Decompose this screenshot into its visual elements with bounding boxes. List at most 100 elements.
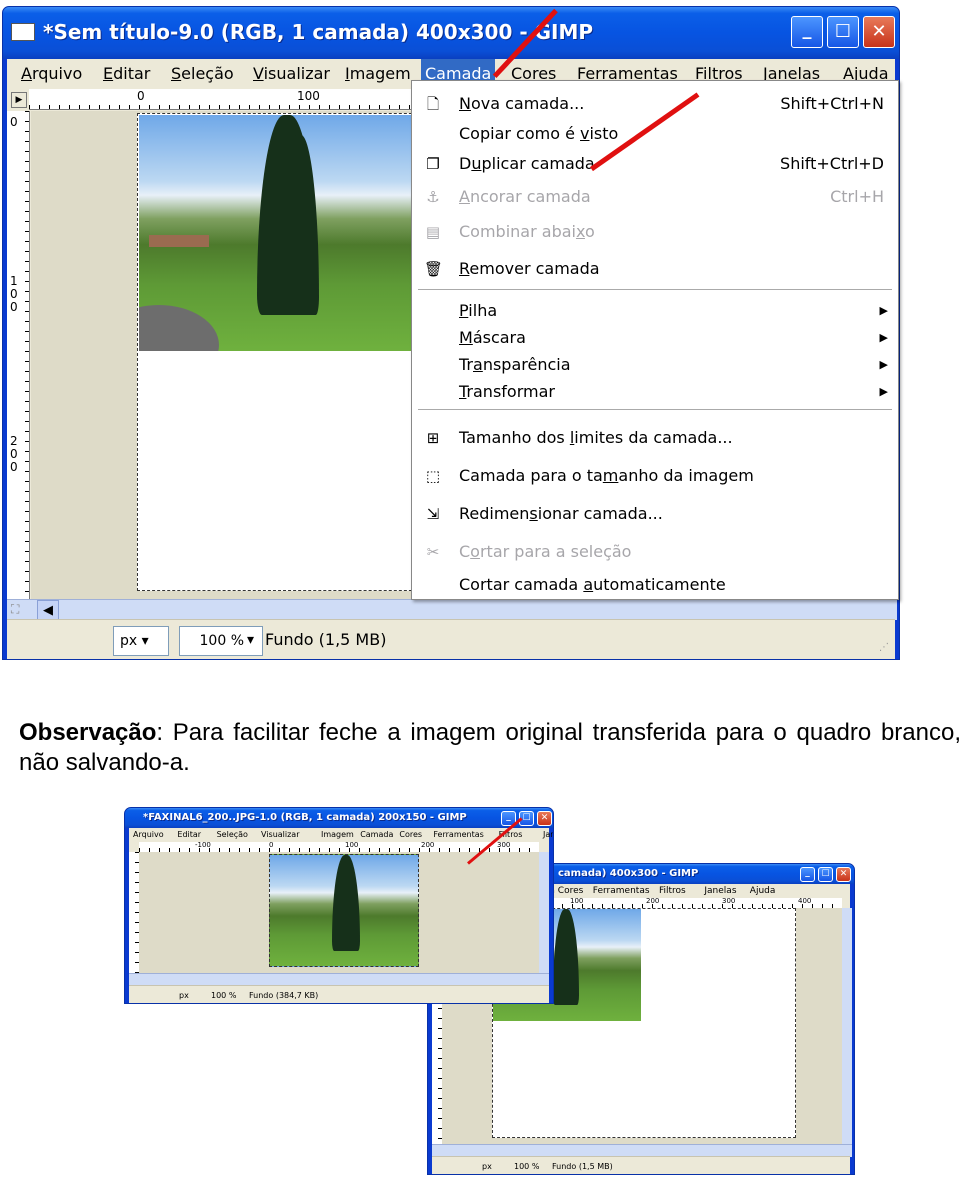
camada-menu-item[interactable]: ⊞ Tamanho dos limites da camada... <box>412 423 898 453</box>
window-title: *Sem título-9.0 (RGB, 1 camada) 400x300 … <box>43 20 594 44</box>
zoom-value[interactable]: 100 % <box>514 1162 539 1171</box>
menu-item-5[interactable]: Camada <box>360 828 393 842</box>
title-bar[interactable]: *FAXINAL6_200..JPG-1.0 (RGB, 1 camada) 2… <box>125 808 553 828</box>
camada-menu-item[interactable]: Transformar ▶ <box>412 377 898 407</box>
submenu-arrow-icon: ▶ <box>879 331 888 344</box>
unit-value[interactable]: px <box>179 991 189 1000</box>
status-bar: px ▾ 100 % ▾ Fundo (1,5 MB) ⋰ <box>7 619 895 659</box>
ruler-label: 1 0 0 <box>10 274 18 314</box>
menu-item-1[interactable]: Editar <box>177 828 201 842</box>
camada-menu-item: ⚓ Ancorar camada Ctrl+H <box>412 182 898 212</box>
vertical-scrollbar[interactable] <box>842 908 852 1144</box>
unit-selector[interactable]: px ▾ <box>113 626 169 656</box>
layer-to-image-size-icon: ⬚ <box>425 467 441 485</box>
menu-item-label: Redimensionar camada... <box>459 504 663 523</box>
camada-menu-item[interactable]: ⇲ Redimensionar camada... <box>412 499 898 529</box>
navigate-icon[interactable]: ⛶ <box>11 602 19 617</box>
chevron-down-icon[interactable]: ▾ <box>247 632 254 648</box>
note-text: : Para facilitar feche a imagem original… <box>19 719 960 776</box>
camada-menu-item[interactable]: Máscara ▶ <box>412 323 898 353</box>
menu-item-label: Copiar como é visto <box>459 124 619 143</box>
maximize-button[interactable]: ☐ <box>827 16 859 48</box>
ruler-label: 200 <box>646 897 660 905</box>
horizontal-scrollbar[interactable]: ⛶ ◀ <box>7 599 897 621</box>
menu-item-6[interactable]: Cores <box>399 828 422 842</box>
menu-separator <box>418 409 892 410</box>
menu-item-1[interactable]: Editar <box>99 59 154 89</box>
new-layer-icon: 🗋 <box>426 95 440 113</box>
menu-item-5[interactable]: Filtros <box>659 884 686 898</box>
menu-item-0[interactable]: Arquivo <box>133 828 164 842</box>
menu-item-2[interactable]: Seleção <box>217 828 248 842</box>
unit-value[interactable]: px <box>482 1162 492 1171</box>
ruler-label: 100 <box>570 897 584 905</box>
menu-item-label: Transformar <box>459 382 555 401</box>
anchor-icon: ⚓ <box>426 188 440 206</box>
canvas-viewport[interactable] <box>31 111 427 599</box>
menu-item-9[interactable]: Janelas <box>543 828 553 842</box>
ruler-label: 100 <box>345 841 359 849</box>
menu-item-2[interactable]: Seleção <box>167 59 238 89</box>
menu-bar: Arquivo Editar Seleção Visualizar Imagem Cama… <box>129 828 553 842</box>
close-button[interactable]: ✕ <box>537 811 552 826</box>
menu-item-label: Cortar para a seleção <box>459 542 632 561</box>
minimize-button[interactable]: _ <box>791 16 823 48</box>
camada-menu-item[interactable]: 🗑 Remover camada <box>412 254 898 284</box>
menu-item-7[interactable]: Ferramentas <box>433 828 483 842</box>
menu-item-6[interactable]: Janelas <box>704 884 736 898</box>
vertical-ruler: 0 1 0 0 2 0 0 <box>7 111 30 599</box>
title-bar[interactable]: *Sem título-9.0 (RGB, 1 camada) 400x300 … <box>3 7 899 59</box>
crop-icon: ✂ <box>426 543 440 561</box>
status-info: Fundo (1,5 MB) <box>265 630 387 649</box>
zoom-value[interactable]: 100 % <box>211 991 236 1000</box>
menu-item-label: Remover camada <box>459 259 600 278</box>
ruler-label: 2 0 0 <box>10 434 18 474</box>
ruler-label: 200 <box>421 841 435 849</box>
ruler-label: 0 <box>10 115 18 129</box>
layer-photo <box>139 115 419 351</box>
minimize-button[interactable]: _ <box>800 867 815 882</box>
menu-item-label: Duplicar camada <box>459 154 595 173</box>
camada-menu-item: ▤ Combinar abaixo <box>412 217 898 247</box>
menu-item-label: Combinar abaixo <box>459 222 595 241</box>
close-button[interactable]: ✕ <box>863 16 895 48</box>
layer-photo <box>269 854 419 967</box>
submenu-arrow-icon: ▶ <box>879 358 888 371</box>
window-title: *FAXINAL6_200..JPG-1.0 (RGB, 1 camada) 2… <box>143 812 467 823</box>
menu-item-4[interactable]: Ferramentas <box>593 884 650 898</box>
camada-menu: 🗋 Nova camada... Shift+Ctrl+N Copiar como é… <box>411 80 899 600</box>
menu-item-3[interactable]: Visualizar <box>249 59 334 89</box>
menu-item-label: Tamanho dos limites da camada... <box>459 428 733 447</box>
menu-item-shortcut: Ctrl+H <box>830 187 884 206</box>
menu-separator <box>418 289 892 290</box>
menu-item-3[interactable]: Cores <box>558 884 584 898</box>
zoom-value: 100 % <box>199 633 244 649</box>
menu-item-7[interactable]: Ajuda <box>750 884 776 898</box>
camada-menu-item[interactable]: Cortar camada automaticamente <box>412 570 898 600</box>
camada-menu-item[interactable]: Pilha ▶ <box>412 296 898 326</box>
camada-menu-item[interactable]: 🗋 Nova camada... Shift+Ctrl+N <box>412 89 898 119</box>
ruler-label: 0 <box>137 89 145 103</box>
menu-item-4[interactable]: Imagem <box>341 59 415 89</box>
menu-item-3[interactable]: Visualizar <box>261 828 300 842</box>
canvas-viewport[interactable] <box>139 852 539 973</box>
resize-grip-icon[interactable]: ⋰ <box>879 642 889 653</box>
maximize-button[interactable]: ☐ <box>818 867 833 882</box>
menu-item-4[interactable]: Imagem <box>321 828 354 842</box>
close-button[interactable]: ✕ <box>836 867 851 882</box>
menu-item-shortcut: Shift+Ctrl+D <box>780 154 884 173</box>
menu-item-0[interactable]: Arquivo <box>17 59 86 89</box>
menu-item-label: Ancorar camada <box>459 187 591 206</box>
camada-menu-item[interactable]: Transparência ▶ <box>412 350 898 380</box>
layer-boundary-icon: ⊞ <box>426 429 440 447</box>
quick-mask-toggle-icon[interactable]: ▶ <box>11 92 27 108</box>
camada-menu-item[interactable]: ❐ Duplicar camada Shift+Ctrl+D <box>412 149 898 179</box>
ruler-label: 0 <box>269 841 274 849</box>
unit-value: px <box>120 633 138 649</box>
duplicate-layer-icon: ❐ <box>426 155 440 173</box>
ruler-label: 100 <box>297 89 320 103</box>
scale-layer-icon: ⇲ <box>426 505 440 523</box>
camada-menu-item[interactable]: ⬚ Camada para o tamanho da imagem <box>412 461 898 491</box>
vertical-scrollbar[interactable] <box>539 852 549 973</box>
scroll-left-icon[interactable]: ◀ <box>37 600 59 621</box>
